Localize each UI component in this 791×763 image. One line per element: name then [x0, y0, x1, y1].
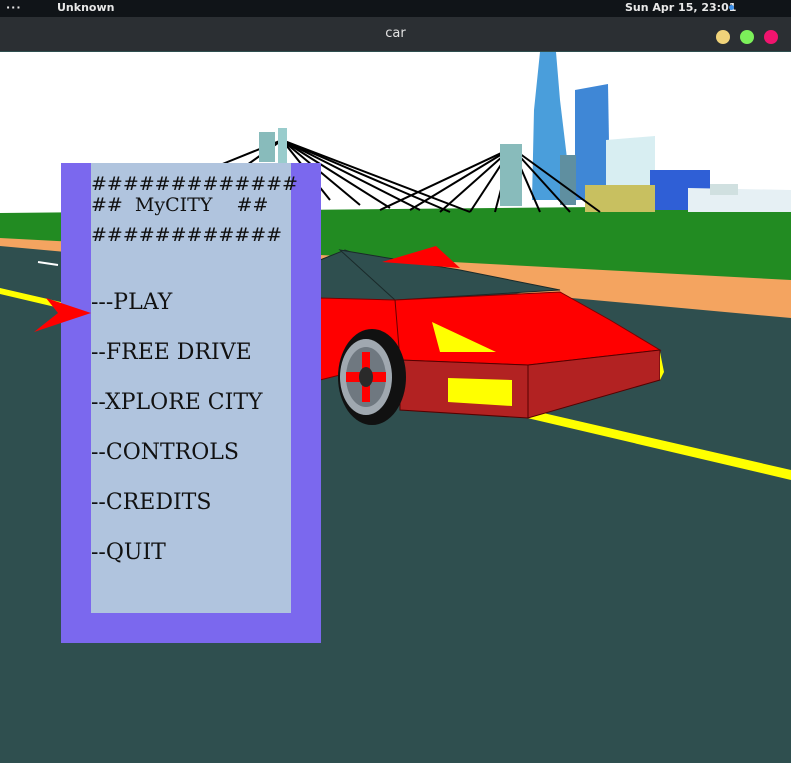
selector-arrow-icon	[34, 298, 91, 332]
menu-item-controls[interactable]: --CONTROLS	[91, 440, 239, 465]
minimize-button[interactable]	[716, 30, 730, 44]
menu-title: ## MyCITY ##	[91, 194, 269, 216]
menu-item-free-drive[interactable]: --FREE DRIVE	[91, 340, 252, 365]
menu-header-line: #############	[91, 173, 298, 195]
app-name[interactable]: Unknown	[57, 1, 114, 14]
notification-dot-icon	[729, 5, 734, 10]
system-top-bar: ··· Unknown Sun Apr 15, 23:01	[0, 0, 791, 17]
activities-menu-icon[interactable]: ···	[6, 1, 22, 14]
menu-item-xplore-city[interactable]: --XPLORE CITY	[91, 390, 263, 415]
close-button[interactable]	[764, 30, 778, 44]
menu-header-line: ############	[91, 224, 283, 246]
menu-item-credits[interactable]: --CREDITS	[91, 490, 211, 515]
menu-item-quit[interactable]: --QUIT	[91, 540, 166, 565]
window-title-bar[interactable]: car	[0, 17, 791, 51]
menu-item-play[interactable]: ---PLAY	[91, 290, 172, 315]
maximize-button[interactable]	[740, 30, 754, 44]
window-title: car	[385, 26, 406, 41]
clock[interactable]: Sun Apr 15, 23:01	[625, 1, 736, 14]
bridge-tower	[500, 144, 522, 206]
bridge-tower	[259, 132, 275, 162]
bridge-tower	[278, 128, 287, 168]
